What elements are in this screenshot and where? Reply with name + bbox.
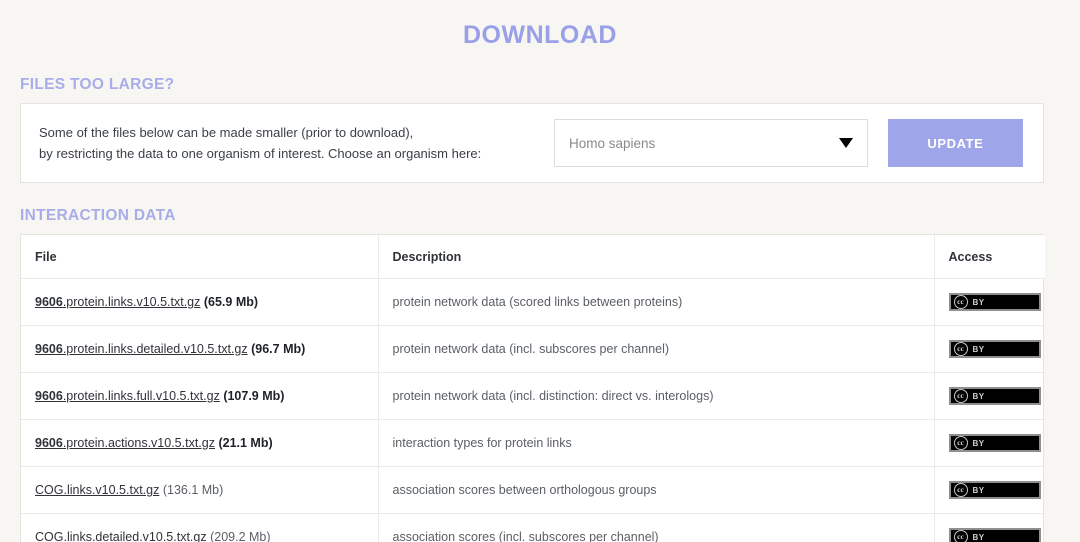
column-header-description: Description: [378, 235, 935, 279]
file-name: .protein.actions.v10.5.txt.gz: [62, 436, 215, 450]
file-download-link[interactable]: 9606.protein.actions.v10.5.txt.gz: [35, 436, 215, 450]
cc-circle-icon: cc: [953, 389, 968, 403]
creative-commons-by-badge-icon[interactable]: cc BY: [948, 434, 1041, 452]
cc-circle-icon: cc: [953, 295, 968, 309]
file-name: COG.links.v10.5.txt.gz: [35, 483, 160, 497]
page-title: DOWNLOAD: [463, 21, 617, 49]
file-cell: 9606.protein.links.detailed.v10.5.txt.gz…: [21, 325, 379, 373]
cc-circle-icon: cc: [953, 436, 968, 450]
organism-select-value: Homo sapiens: [569, 135, 656, 151]
file-download-link[interactable]: 9606.protein.links.v10.5.txt.gz: [35, 295, 200, 309]
file-size: (21.1 Mb): [214, 436, 273, 450]
file-size: (107.9 Mb): [219, 389, 285, 403]
file-name: COG.links.detailed.v10.5.txt.gz: [35, 530, 207, 542]
file-size: (65.9 Mb): [200, 295, 259, 309]
description-cell: association scores between orthologous g…: [378, 466, 935, 514]
chevron-down-icon: [838, 138, 853, 148]
organism-filter-card: Some of the files below can be made smal…: [20, 103, 1044, 183]
table-row: 9606.protein.links.detailed.v10.5.txt.gz…: [21, 325, 1045, 373]
table-row: 9606.protein.links.v10.5.txt.gz (65.9 Mb…: [21, 278, 1045, 326]
description-cell: protein network data (incl. distinction:…: [378, 372, 935, 420]
description-cell: protein network data (incl. subscores pe…: [378, 325, 935, 373]
description-cell: protein network data (scored links betwe…: [378, 278, 935, 326]
file-cell: 9606.protein.links.v10.5.txt.gz (65.9 Mb…: [21, 278, 379, 326]
cc-circle-icon: cc: [953, 483, 968, 497]
creative-commons-by-badge-icon[interactable]: cc BY: [948, 293, 1041, 311]
creative-commons-by-badge-icon[interactable]: cc BY: [948, 387, 1041, 405]
access-cell: cc BY: [934, 372, 1045, 420]
access-cell: cc BY: [934, 325, 1045, 373]
column-header-file: File: [21, 235, 379, 279]
file-name: .protein.links.detailed.v10.5.txt.gz: [62, 342, 248, 356]
cc-circle-icon: cc: [953, 530, 968, 542]
cc-by-label: BY: [972, 438, 985, 448]
file-size: (209.2 Mb): [206, 530, 271, 542]
cc-by-label: BY: [972, 485, 985, 495]
file-cell: 9606.protein.links.full.v10.5.txt.gz (10…: [21, 372, 379, 420]
description-cell: interaction types for protein links: [378, 419, 935, 467]
table-header: File Description Access: [21, 235, 1045, 279]
table-row: 9606.protein.actions.v10.5.txt.gz (21.1 …: [21, 419, 1045, 467]
table-row: COG.links.detailed.v10.5.txt.gz (209.2 M…: [21, 513, 1045, 542]
cc-circle-icon: cc: [953, 342, 968, 356]
file-cell: COG.links.detailed.v10.5.txt.gz (209.2 M…: [21, 513, 379, 542]
table-body: 9606.protein.links.v10.5.txt.gz (65.9 Mb…: [21, 278, 1045, 542]
file-download-link[interactable]: COG.links.detailed.v10.5.txt.gz: [35, 530, 207, 542]
file-cell: 9606.protein.actions.v10.5.txt.gz (21.1 …: [21, 419, 379, 467]
files-too-large-heading: FILES TOO LARGE?: [20, 76, 175, 93]
update-button[interactable]: UPDATE: [887, 119, 1023, 167]
file-name: .protein.links.full.v10.5.txt.gz: [62, 389, 220, 403]
filter-instructions: Some of the files below can be made smal…: [39, 122, 544, 164]
table-row: COG.links.v10.5.txt.gz (136.1 Mb) associa…: [21, 466, 1045, 514]
file-download-link[interactable]: COG.links.v10.5.txt.gz: [35, 483, 159, 497]
column-header-access: Access: [934, 235, 1045, 279]
creative-commons-by-badge-icon[interactable]: cc BY: [948, 528, 1041, 542]
table-header-row: File Description Access: [21, 235, 1045, 279]
file-organism-prefix: 9606: [35, 295, 63, 309]
file-organism-prefix: 9606: [35, 342, 63, 356]
file-download-link[interactable]: 9606.protein.links.detailed.v10.5.txt.gz: [35, 342, 248, 356]
interaction-data-table-wrap: File Description Access 9606.protein.lin…: [20, 234, 1045, 542]
table-row: 9606.protein.links.full.v10.5.txt.gz (10…: [21, 372, 1045, 420]
cc-by-label: BY: [972, 297, 985, 307]
file-cell: COG.links.v10.5.txt.gz (136.1 Mb): [21, 466, 379, 514]
organism-select[interactable]: Homo sapiens: [554, 119, 868, 167]
file-name: .protein.links.v10.5.txt.gz: [62, 295, 201, 309]
filter-instructions-line2: by restricting the data to one organism …: [39, 146, 482, 161]
download-page: DOWNLOAD FILES TOO LARGE? Some of the fi…: [0, 0, 1080, 542]
file-size: (96.7 Mb): [247, 342, 306, 356]
cc-by-label: BY: [972, 532, 985, 542]
cc-by-label: BY: [972, 391, 985, 401]
file-size: (136.1 Mb): [159, 483, 224, 497]
access-cell: cc BY: [934, 419, 1045, 467]
creative-commons-by-badge-icon[interactable]: cc BY: [948, 481, 1041, 499]
filter-instructions-line1: Some of the files below can be made smal…: [39, 125, 414, 140]
creative-commons-by-badge-icon[interactable]: cc BY: [948, 340, 1041, 358]
interaction-data-table: File Description Access 9606.protein.lin…: [21, 235, 1045, 542]
file-organism-prefix: 9606: [35, 436, 63, 450]
file-organism-prefix: 9606: [35, 389, 63, 403]
interaction-data-heading: INTERACTION DATA: [20, 207, 176, 224]
access-cell: cc BY: [934, 466, 1045, 514]
description-cell: association scores (incl. subscores per …: [378, 513, 935, 542]
access-cell: cc BY: [934, 278, 1045, 326]
file-download-link[interactable]: 9606.protein.links.full.v10.5.txt.gz: [35, 389, 220, 403]
cc-by-label: BY: [972, 344, 985, 354]
access-cell: cc BY: [934, 514, 1045, 542]
